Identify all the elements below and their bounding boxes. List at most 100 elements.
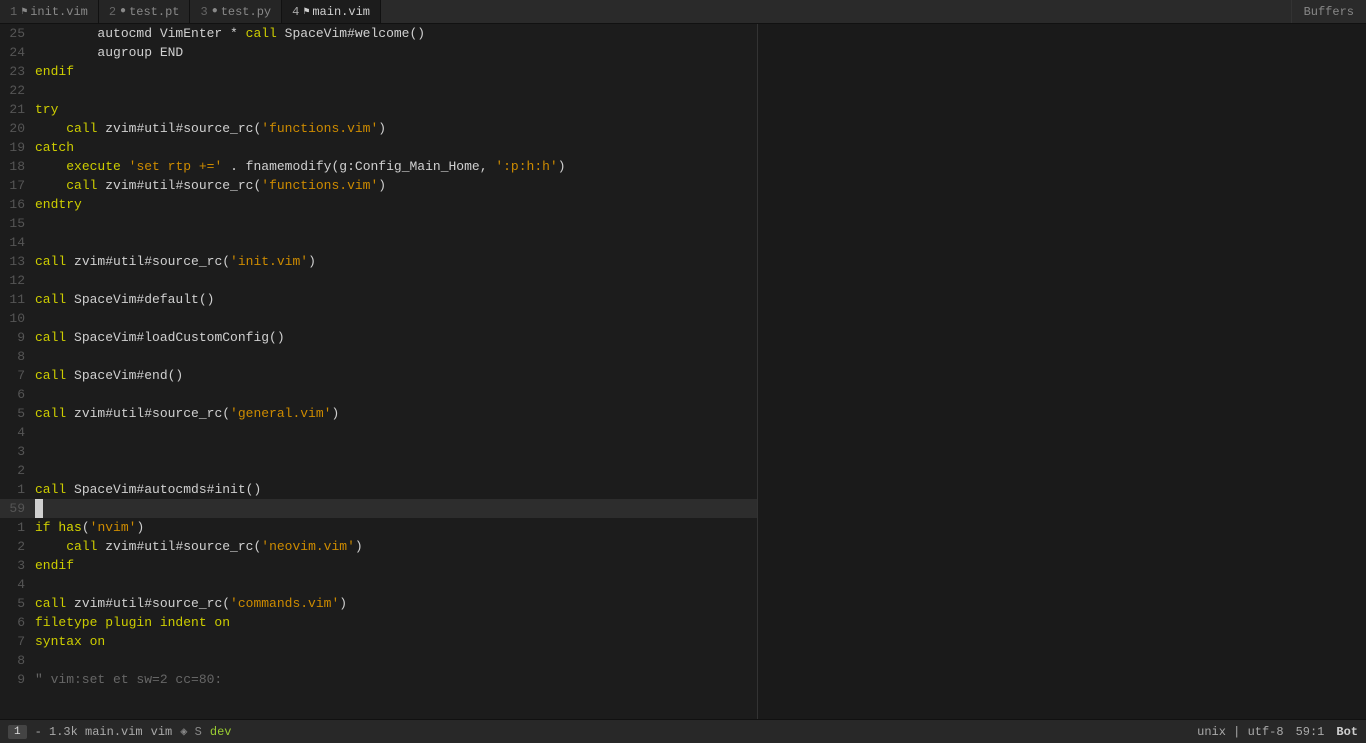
tab-icon: ●	[212, 6, 218, 17]
line-content	[35, 347, 757, 366]
tab-test-pt[interactable]: 2●test.pt	[99, 0, 191, 23]
cursor-content	[35, 499, 757, 518]
line-number: 7	[0, 632, 35, 651]
line-content: autocmd VimEnter * call SpaceVim#welcome…	[35, 24, 757, 43]
code-token: )	[378, 178, 386, 193]
line-number: 18	[0, 157, 35, 176]
tabs: 1⚑init.vim2●test.pt3●test.py4⚑main.vim	[0, 0, 381, 23]
line-number: 21	[0, 100, 35, 119]
line-number: 17	[0, 176, 35, 195]
code-token: SpaceVim#default()	[66, 292, 214, 307]
code-token: )	[355, 539, 363, 554]
table-row: 11call SpaceVim#default()	[0, 290, 757, 309]
line-number: 6	[0, 613, 35, 632]
table-row: 8	[0, 651, 757, 670]
code-token: try	[35, 102, 58, 117]
code-token: call	[66, 121, 97, 136]
tab-test-py[interactable]: 3●test.py	[190, 0, 282, 23]
code-token: " vim:set et sw=2 cc=80:	[35, 672, 222, 687]
code-token: SpaceVim#welcome()	[277, 26, 425, 41]
line-content	[35, 442, 757, 461]
code-token: if	[35, 520, 51, 535]
code-token: . fnamemodify(g:Config_Main_Home,	[222, 159, 495, 174]
line-number: 2	[0, 537, 35, 556]
line-number: 13	[0, 252, 35, 271]
code-token	[35, 178, 66, 193]
line-content	[35, 271, 757, 290]
table-row: 12	[0, 271, 757, 290]
editor-area: 25 autocmd VimEnter * call SpaceVim#welc…	[0, 24, 1366, 719]
line-content	[35, 309, 757, 328]
code-token: 'commands.vim'	[230, 596, 339, 611]
code-token: call	[66, 178, 97, 193]
status-position: 59:1	[1296, 725, 1325, 739]
cursor-block	[35, 499, 43, 518]
line-number: 4	[0, 575, 35, 594]
code-token: 'functions.vim'	[261, 178, 378, 193]
line-content	[35, 233, 757, 252]
tab-num: 4	[292, 5, 299, 19]
status-branch: dev	[210, 725, 232, 739]
code-token: call	[35, 292, 66, 307]
line-content: call zvim#util#source_rc('functions.vim'…	[35, 176, 757, 195]
code-token: )	[339, 596, 347, 611]
line-number: 1	[0, 518, 35, 537]
table-row: 8	[0, 347, 757, 366]
code-token: zvim#util#source_rc(	[66, 596, 230, 611]
table-row: 21try	[0, 100, 757, 119]
table-row: 2	[0, 461, 757, 480]
code-token	[35, 159, 66, 174]
status-num: 1	[8, 725, 27, 739]
line-content	[35, 214, 757, 233]
status-diamond: ◈ S	[180, 724, 202, 739]
code-token: filetype plugin indent on	[35, 615, 230, 630]
code-token: zvim#util#source_rc(	[97, 539, 261, 554]
line-content: call SpaceVim#loadCustomConfig()	[35, 328, 757, 347]
table-row: 14	[0, 233, 757, 252]
tab-init-vim[interactable]: 1⚑init.vim	[0, 0, 99, 23]
table-row: 17 call zvim#util#source_rc('functions.v…	[0, 176, 757, 195]
status-right: unix | utf-8 59:1 Bot	[1197, 725, 1358, 739]
code-token: syntax on	[35, 634, 105, 649]
tab-num: 2	[109, 5, 116, 19]
code-token: 'functions.vim'	[261, 121, 378, 136]
code-token: )	[558, 159, 566, 174]
tab-main-vim[interactable]: 4⚑main.vim	[282, 0, 381, 23]
table-row: 3	[0, 442, 757, 461]
code-editor[interactable]: 25 autocmd VimEnter * call SpaceVim#welc…	[0, 24, 757, 719]
code-token: SpaceVim#loadCustomConfig()	[66, 330, 284, 345]
line-content: endif	[35, 62, 757, 81]
line-number: 10	[0, 309, 35, 328]
code-token: endif	[35, 64, 74, 79]
code-token	[35, 539, 66, 554]
table-row: 9" vim:set et sw=2 cc=80:	[0, 670, 757, 689]
code-token: )	[308, 254, 316, 269]
code-token: execute	[66, 159, 121, 174]
line-number: 3	[0, 442, 35, 461]
table-row: 22	[0, 81, 757, 100]
code-token: SpaceVim#autocmds#init()	[66, 482, 261, 497]
line-number: 3	[0, 556, 35, 575]
line-content: syntax on	[35, 632, 757, 651]
line-content: try	[35, 100, 757, 119]
code-token: SpaceVim#end()	[66, 368, 183, 383]
line-number: 9	[0, 670, 35, 689]
line-content: call SpaceVim#autocmds#init()	[35, 480, 757, 499]
tab-num: 1	[10, 5, 17, 19]
line-content: execute 'set rtp +=' . fnamemodify(g:Con…	[35, 157, 757, 176]
code-token: 'nvim'	[90, 520, 137, 535]
table-row: 9call SpaceVim#loadCustomConfig()	[0, 328, 757, 347]
code-token: zvim#util#source_rc(	[66, 254, 230, 269]
line-number: 8	[0, 651, 35, 670]
code-token: 'neovim.vim'	[261, 539, 355, 554]
table-row: 5call zvim#util#source_rc('general.vim')	[0, 404, 757, 423]
code-token: zvim#util#source_rc(	[97, 121, 261, 136]
table-row: 25 autocmd VimEnter * call SpaceVim#welc…	[0, 24, 757, 43]
tab-icon: ⚑	[303, 6, 309, 18]
code-token: )	[331, 406, 339, 421]
line-content: endtry	[35, 195, 757, 214]
table-row: 1if has('nvim')	[0, 518, 757, 537]
line-content	[35, 651, 757, 670]
line-number: 14	[0, 233, 35, 252]
table-row: 23endif	[0, 62, 757, 81]
